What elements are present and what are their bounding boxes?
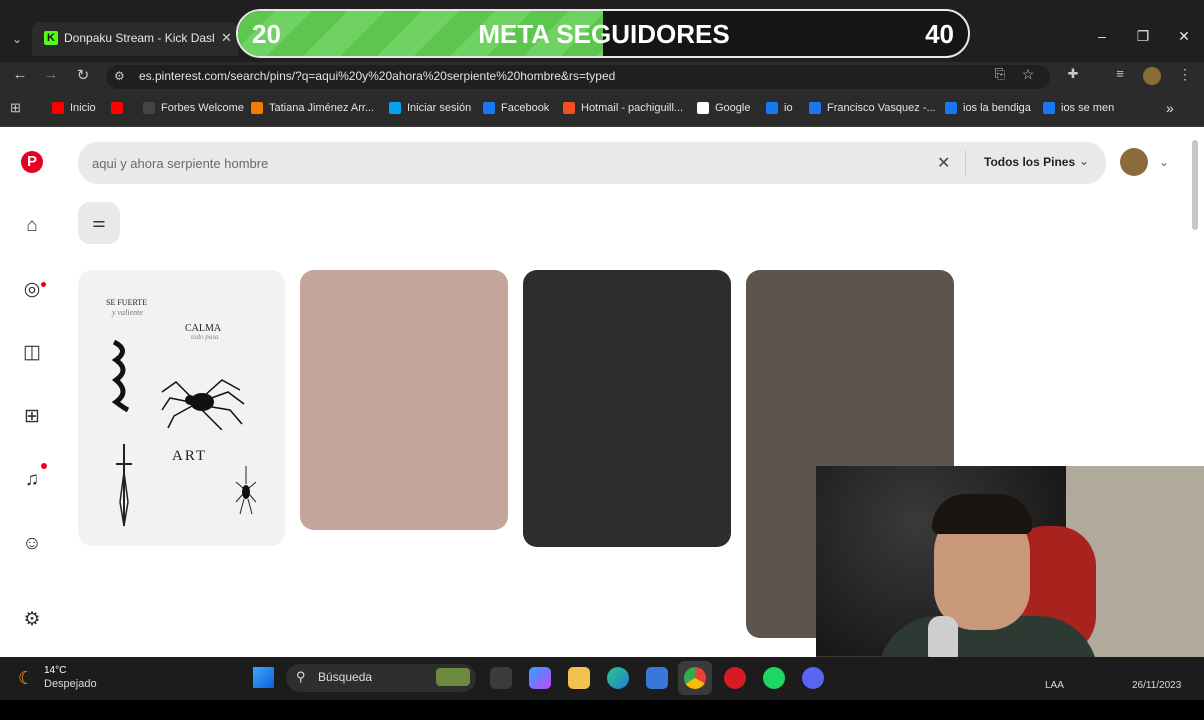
home-icon[interactable]: ⌂: [20, 214, 44, 238]
bookmark-favicon-icon: [809, 102, 821, 114]
weather-desc[interactable]: Despejado: [44, 678, 97, 690]
bookmark-item[interactable]: Iniciar sesión: [407, 102, 471, 114]
chevron-down-icon: ⌄: [1079, 154, 1090, 168]
bookmark-item[interactable]: Francisco Vasquez -...: [827, 102, 936, 114]
bookmark-item[interactable]: ios la bendiga: [963, 102, 1031, 114]
bookmark-favicon-icon: [483, 102, 495, 114]
spider-tattoo-illustration: [161, 379, 245, 430]
user-avatar[interactable]: [1120, 148, 1148, 176]
bookmark-favicon-icon: [697, 102, 709, 114]
search-input[interactable]: [92, 154, 912, 172]
tab-title: Donpaku Stream - Kick Dashbo: [64, 31, 214, 45]
page-scrollbar[interactable]: [1192, 140, 1198, 230]
discord-icon[interactable]: [802, 667, 824, 689]
profile-avatar[interactable]: [1143, 67, 1161, 85]
bookmark-item[interactable]: Hotmail - pachiguill...: [581, 102, 683, 114]
tab-search-button[interactable]: ⌄: [6, 28, 28, 50]
reload-icon[interactable]: ↻: [72, 66, 94, 84]
pin-art-text: SE FUERTE: [106, 298, 148, 307]
opera-icon[interactable]: [724, 667, 746, 689]
pin-card[interactable]: SE FUERTE y valiente CALMA todo pasa ART: [78, 270, 285, 546]
windows-start-icon[interactable]: [253, 667, 274, 688]
copilot-icon[interactable]: [529, 667, 551, 689]
spotify-icon[interactable]: [763, 667, 785, 689]
forward-arrow-icon[interactable]: →: [40, 66, 62, 83]
serpent-tattoo-illustration: [111, 340, 130, 412]
edge-icon[interactable]: [607, 667, 629, 689]
weather-moon-icon[interactable]: ☾: [18, 668, 34, 689]
bookmark-favicon-icon: [52, 102, 64, 114]
bookmark-favicon-icon: [143, 102, 155, 114]
bookmark-item[interactable]: io: [784, 102, 793, 114]
bookmark-favicon-icon: [111, 102, 123, 114]
minimize-button[interactable]: –: [1090, 28, 1114, 44]
back-arrow-icon[interactable]: ←: [9, 66, 31, 83]
search-highlight-icon: [436, 668, 470, 686]
bookmark-item[interactable]: Google: [715, 102, 750, 114]
maximize-button[interactable]: ❐: [1131, 28, 1155, 45]
screen-bottom-bezel: [0, 700, 1204, 720]
url-text[interactable]: es.pinterest.com/search/pins/?q=aqui%20y…: [139, 69, 615, 83]
small-spider-tattoo-illustration: [235, 466, 257, 515]
pin-filter-dropdown[interactable]: Todos los Pines: [984, 155, 1075, 169]
bookmark-star-icon[interactable]: ☆: [1017, 66, 1039, 83]
clear-search-icon[interactable]: ✕: [937, 153, 950, 173]
media-controls-icon[interactable]: ≡: [1109, 66, 1131, 81]
pin-card[interactable]: [523, 270, 731, 547]
account-chevron-down-icon[interactable]: ⌄: [1159, 155, 1169, 169]
chrome-menu-icon[interactable]: ⋮: [1174, 66, 1196, 83]
notifications-bell-icon[interactable]: ♫: [20, 468, 44, 492]
notifications-dot: [41, 463, 47, 469]
filters-button[interactable]: ⚌: [78, 202, 120, 244]
settings-gear-icon[interactable]: ⚙: [20, 608, 44, 632]
taskbar-search-label: Búsqueda: [318, 670, 373, 684]
bookmark-item[interactable]: Forbes Welcome: [161, 102, 244, 114]
bookmark-favicon-icon: [945, 102, 957, 114]
install-app-icon[interactable]: ⎘: [989, 66, 1011, 82]
taskbar-date[interactable]: 26/11/2023: [1132, 680, 1181, 691]
pin-art-text: y valiente: [112, 308, 143, 317]
close-window-button[interactable]: ✕: [1172, 28, 1196, 45]
pinterest-logo-icon[interactable]: P: [21, 151, 43, 173]
apps-grid-icon[interactable]: ⊞: [10, 100, 21, 116]
kick-favicon-icon: K: [44, 31, 58, 45]
bookmark-favicon-icon: [766, 102, 778, 114]
goal-start-count: 20: [252, 19, 281, 49]
chrome-icon[interactable]: [684, 667, 706, 689]
search-divider: [965, 150, 966, 176]
create-icon[interactable]: ⊞: [20, 405, 44, 429]
webcam-overlay: [816, 466, 1204, 686]
site-info-icon[interactable]: ⚙: [114, 69, 125, 83]
explore-icon[interactable]: ◎: [20, 278, 44, 302]
streamer-hair: [932, 494, 1032, 534]
file-explorer-icon[interactable]: [568, 667, 590, 689]
explore-notification-dot: [41, 282, 46, 287]
boards-icon[interactable]: ◫: [20, 341, 44, 365]
pin-art-text: todo pasa: [191, 333, 219, 341]
bookmark-favicon-icon: [1043, 102, 1055, 114]
bookmark-item[interactable]: Facebook: [501, 102, 549, 114]
dagger-tattoo-illustration: [116, 444, 132, 527]
store-icon[interactable]: [646, 667, 668, 689]
follower-goal-banner: 20 META SEGUIDORES 40: [236, 9, 970, 58]
pin-art-text: ART: [172, 448, 208, 464]
language-indicator[interactable]: LAA: [1045, 680, 1064, 691]
weather-temp[interactable]: 14°C: [44, 665, 66, 676]
goal-target-count: 40: [925, 19, 954, 49]
messages-icon[interactable]: ☺: [20, 532, 44, 556]
bookmark-item[interactable]: Tatiana Jiménez Arr...: [269, 102, 374, 114]
bookmark-favicon-icon: [251, 102, 263, 114]
search-icon: ⚲: [296, 669, 306, 684]
bookmark-item[interactable]: ios se men: [1061, 102, 1114, 114]
windows-taskbar: [0, 657, 1204, 700]
tab-close-icon[interactable]: ✕: [221, 30, 232, 46]
pin-card[interactable]: [300, 270, 508, 530]
bookmark-item[interactable]: Inicio: [70, 102, 96, 114]
task-view-icon[interactable]: [490, 667, 512, 689]
bookmark-favicon-icon: [563, 102, 575, 114]
bookmarks-more-icon[interactable]: »: [1166, 100, 1174, 116]
extensions-icon[interactable]: ✚: [1062, 66, 1084, 82]
bookmark-favicon-icon: [389, 102, 401, 114]
goal-title: META SEGUIDORES: [478, 19, 730, 49]
